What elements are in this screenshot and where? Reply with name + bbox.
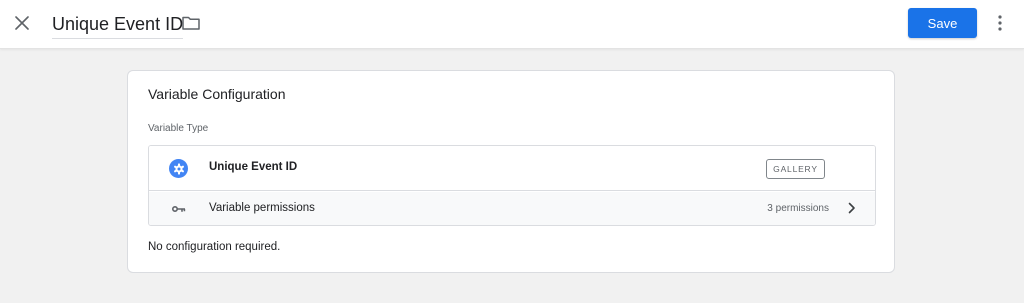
no-configuration-note: No configuration required.: [148, 241, 281, 253]
permissions-count: 3 permissions: [767, 203, 829, 214]
more-vert-icon: [998, 15, 1002, 31]
key-icon: [171, 202, 187, 216]
gear-icon: [169, 159, 188, 178]
folder-button[interactable]: [180, 12, 202, 34]
gallery-badge: GALLERY: [766, 159, 825, 179]
variable-type-name: Unique Event ID: [209, 161, 298, 173]
close-icon: [15, 16, 29, 30]
close-button[interactable]: [10, 11, 34, 35]
top-bar: Unique Event ID Save: [0, 0, 1024, 49]
card-title: Variable Configuration: [148, 86, 286, 102]
variable-permissions-row[interactable]: Variable permissions 3 permissions: [149, 192, 875, 225]
variable-configuration-card: Variable Configuration Variable Type Uni…: [127, 70, 895, 273]
chevron-right-icon: [845, 201, 859, 215]
save-button[interactable]: Save: [908, 8, 977, 38]
variable-type-box: Unique Event ID GALLERY Variable permiss…: [148, 145, 876, 226]
folder-icon: [182, 16, 200, 30]
page-title[interactable]: Unique Event ID: [52, 12, 184, 39]
variable-permissions-label: Variable permissions: [209, 202, 315, 214]
variable-type-label: Variable Type: [148, 123, 209, 134]
variable-type-row[interactable]: Unique Event ID GALLERY: [149, 146, 875, 191]
more-options-button[interactable]: [990, 11, 1010, 35]
